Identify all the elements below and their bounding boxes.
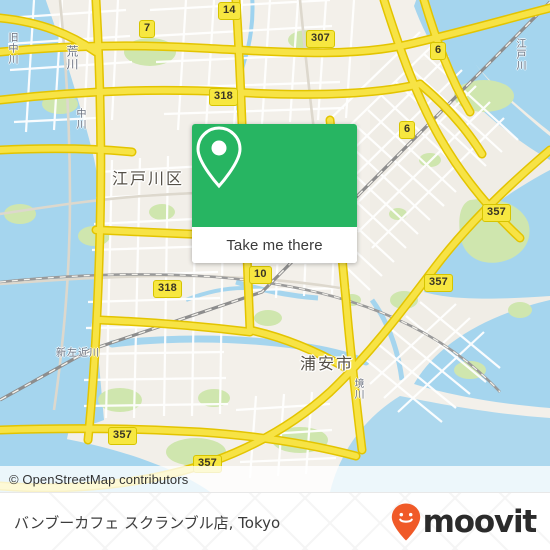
map-attribution-bar: © OpenStreetMap contributors xyxy=(0,466,550,492)
road-shield-route-10[interactable]: 10 xyxy=(249,266,272,284)
road-shield-route-357-east[interactable]: 357 xyxy=(482,204,511,222)
take-me-there-label: Take me there xyxy=(226,236,323,254)
footer-place-title: バンブーカフェ スクランブル店, Tokyo xyxy=(14,513,281,532)
map-canvas[interactable]: 江戸川区 浦安市 旧中川 荒川 中川 江戸川 新左近川 境川 14 7 307 … xyxy=(0,0,550,492)
water-label-arakawa: 荒川 xyxy=(65,45,79,71)
take-me-there-button[interactable]: Take me there xyxy=(192,227,357,263)
road-shield-route-7[interactable]: 7 xyxy=(139,20,156,38)
road-shield-route-6-mid[interactable]: 6 xyxy=(399,121,416,139)
water-label-shin-sakonfgawa: 新左近川 xyxy=(56,348,100,359)
road-shield-route-14[interactable]: 14 xyxy=(218,2,241,20)
road-shield-route-6-north[interactable]: 6 xyxy=(430,42,447,60)
road-shield-route-307[interactable]: 307 xyxy=(306,30,335,48)
water-label-edogawa: 江戸川 xyxy=(514,38,525,71)
water-label-sakaigawa: 境川 xyxy=(352,378,363,400)
place-label-edogawa-ku: 江戸川区 xyxy=(112,169,185,188)
road-shield-route-357-mid[interactable]: 357 xyxy=(424,274,453,292)
moovit-wordmark: moovit xyxy=(422,503,538,540)
water-label-nakagawa: 中川 xyxy=(74,108,85,130)
popup-header xyxy=(192,124,357,227)
water-label-kyu-nakagawa: 旧中川 xyxy=(6,32,17,65)
map-attribution-text[interactable]: © OpenStreetMap contributors xyxy=(0,472,188,487)
road-shield-route-318-upper[interactable]: 318 xyxy=(209,88,238,106)
moovit-smile-pin-icon xyxy=(391,503,420,541)
moovit-map-screenshot: 江戸川区 浦安市 旧中川 荒川 中川 江戸川 新左近川 境川 14 7 307 … xyxy=(0,0,550,550)
road-shield-route-357-southwest[interactable]: 357 xyxy=(108,427,137,445)
footer-bar: バンブーカフェ スクランブル店, Tokyo moovit xyxy=(0,492,550,550)
place-label-urayasu-shi: 浦安市 xyxy=(300,354,355,373)
take-me-there-popup[interactable]: Take me there xyxy=(192,124,357,263)
moovit-brand-logo[interactable]: moovit xyxy=(391,503,550,541)
map-pin-icon xyxy=(196,126,242,189)
road-shield-route-318-lower[interactable]: 318 xyxy=(153,280,182,298)
